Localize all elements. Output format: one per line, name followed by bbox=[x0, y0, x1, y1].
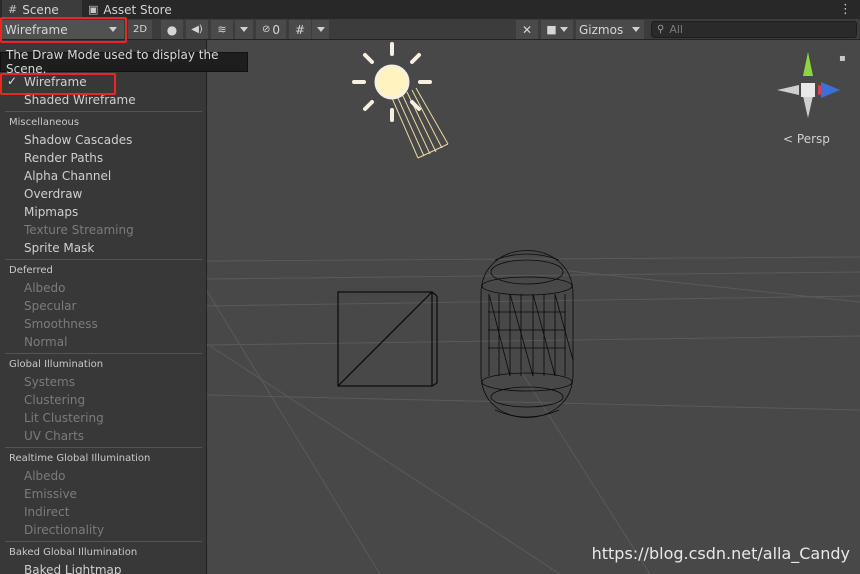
gizmo-z-axis[interactable] bbox=[821, 82, 840, 98]
chevron-down-icon bbox=[240, 27, 248, 32]
search-placeholder: All bbox=[669, 23, 683, 36]
draw-mode-option: Systems bbox=[24, 375, 75, 389]
gizmo-lock-icon[interactable]: ▪ bbox=[839, 53, 846, 64]
chevron-down-icon bbox=[632, 27, 640, 32]
draw-mode-option: Specular bbox=[24, 299, 77, 313]
audio-toggle-button[interactable]: ◀) bbox=[186, 20, 208, 39]
unity-scene-view: ▪ < Persp # Scene ▣ Asset Store ⋮ Wirefr… bbox=[0, 0, 860, 574]
eye-slash-icon: ⊘ bbox=[261, 24, 271, 35]
scene-search-input[interactable]: ⚲ All bbox=[651, 21, 857, 38]
draw-mode-option: UV Charts bbox=[24, 429, 85, 443]
light-rays bbox=[391, 87, 449, 159]
grid-icon: # bbox=[294, 22, 306, 37]
effects-toggle-button[interactable]: ≋ bbox=[211, 20, 233, 39]
ground-grid bbox=[206, 256, 860, 574]
2d-toggle-button[interactable]: 2D bbox=[128, 20, 152, 39]
tools-button[interactable]: ✕ bbox=[516, 20, 538, 39]
speaker-icon: ◀) bbox=[191, 24, 203, 35]
gizmo-y-axis[interactable] bbox=[803, 52, 813, 76]
highlight-box-draw-mode bbox=[0, 17, 127, 43]
store-icon: ▣ bbox=[88, 3, 99, 16]
draw-mode-tooltip: The Draw Mode used to display the Scene. bbox=[0, 48, 248, 76]
draw-mode-option[interactable]: Overdraw bbox=[24, 185, 82, 203]
menu-separator bbox=[5, 447, 202, 448]
draw-mode-option: Indirect bbox=[24, 505, 70, 519]
chevron-down-icon bbox=[316, 27, 325, 32]
tools-icon: ✕ bbox=[521, 22, 533, 37]
draw-mode-option: Directionality bbox=[24, 523, 105, 537]
draw-mode-option: Normal bbox=[24, 335, 68, 349]
menu-section-header: Baked Global Illumination bbox=[9, 547, 138, 558]
more-options-icon[interactable]: ⋮ bbox=[839, 1, 852, 18]
draw-mode-option[interactable]: Shadow Cascades bbox=[24, 131, 132, 149]
2d-label: 2D bbox=[132, 24, 148, 35]
menu-section-header: Realtime Global Illumination bbox=[9, 453, 151, 464]
draw-mode-option: Texture Streaming bbox=[24, 223, 134, 237]
draw-mode-option: Albedo bbox=[24, 281, 66, 295]
search-icon: ⚲ bbox=[657, 24, 665, 35]
cube-wireframe[interactable] bbox=[337, 291, 438, 387]
tab-scene-label: Scene bbox=[22, 2, 59, 17]
hidden-objects-toggle[interactable]: ⊘ 0 bbox=[256, 20, 286, 39]
menu-section-header: Global Illumination bbox=[9, 359, 104, 370]
perspective-icon: < bbox=[783, 132, 794, 146]
draw-mode-option: Clustering bbox=[24, 393, 86, 407]
menu-separator bbox=[5, 353, 202, 354]
layers-icon: ≋ bbox=[217, 23, 227, 36]
projection-toggle[interactable]: < Persp bbox=[783, 132, 830, 146]
draw-mode-option[interactable]: Alpha Channel bbox=[24, 167, 111, 185]
gizmos-button[interactable]: Gizmos bbox=[576, 20, 628, 39]
tab-asset-store-label: Asset Store bbox=[103, 2, 172, 17]
watermark: https://blog.csdn.net/alla_Candy bbox=[591, 544, 850, 563]
orientation-gizmo[interactable] bbox=[773, 50, 843, 120]
draw-mode-option[interactable]: Mipmaps bbox=[24, 203, 78, 221]
menu-separator bbox=[5, 541, 202, 542]
tab-bar: # Scene ▣ Asset Store ⋮ bbox=[0, 0, 860, 19]
projection-label: Persp bbox=[796, 132, 830, 146]
draw-mode-option[interactable]: Sprite Mask bbox=[24, 239, 94, 257]
gizmos-label: Gizmos bbox=[579, 22, 624, 37]
hidden-count: 0 bbox=[272, 22, 281, 37]
grid-icon: # bbox=[8, 3, 18, 16]
lightbulb-icon: ● bbox=[166, 22, 178, 37]
draw-mode-option: Emissive bbox=[24, 487, 77, 501]
draw-mode-option: Smoothness bbox=[24, 317, 98, 331]
effects-dropdown[interactable] bbox=[235, 20, 253, 39]
menu-separator bbox=[5, 259, 202, 260]
grid-toggle-button[interactable]: # bbox=[289, 20, 311, 39]
lighting-toggle-button[interactable]: ● bbox=[161, 20, 183, 39]
chevron-down-icon bbox=[559, 27, 568, 32]
menu-section-header: Deferred bbox=[9, 265, 53, 276]
highlight-box-wireframe bbox=[0, 73, 116, 95]
draw-mode-menu: Wireframe ✓ Shaded Wireframe Miscellaneous S… bbox=[0, 40, 207, 574]
gizmos-dropdown[interactable] bbox=[628, 20, 644, 39]
draw-mode-option[interactable]: Baked Lightmap bbox=[24, 561, 122, 574]
draw-mode-option: Albedo bbox=[24, 469, 66, 483]
camera-settings-button[interactable]: ■ bbox=[541, 20, 573, 39]
camera-icon: ■ bbox=[546, 23, 557, 36]
menu-separator bbox=[5, 111, 202, 112]
tooltip-text: The Draw Mode used to display the Scene. bbox=[6, 48, 219, 76]
draw-mode-option: Lit Clustering bbox=[24, 411, 104, 425]
directional-light-icon[interactable] bbox=[352, 42, 449, 159]
grid-dropdown[interactable] bbox=[312, 20, 329, 39]
menu-section-header: Miscellaneous bbox=[9, 117, 80, 128]
scene-toolbar: Wireframe 2D ● ◀) ≋ ⊘ 0 # ✕ ■ Gizmos ⚲ A… bbox=[0, 19, 860, 40]
draw-mode-option[interactable]: Render Paths bbox=[24, 149, 103, 167]
